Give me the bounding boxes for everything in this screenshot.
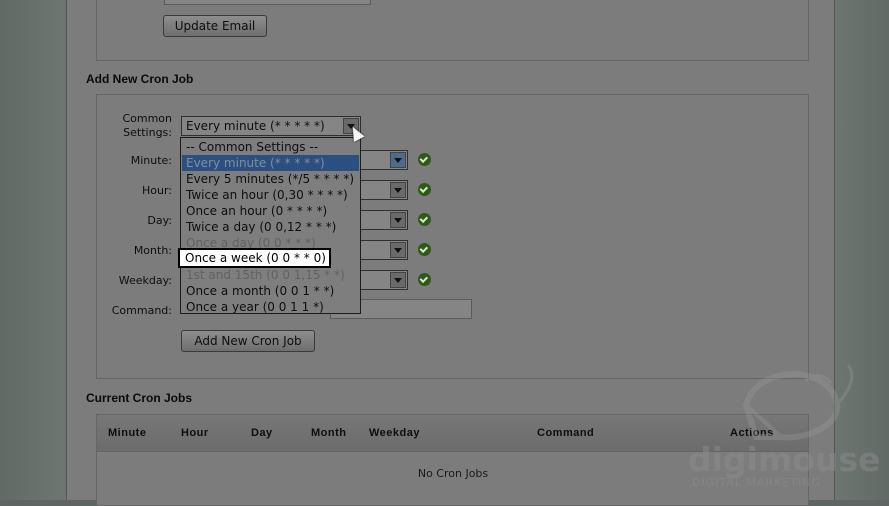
hour-label: Hour: <box>141 184 172 197</box>
no-cron-jobs-text: No Cron Jobs <box>417 467 489 480</box>
dropdown-option-selected[interactable]: Every minute (* * * * *) <box>182 155 359 171</box>
highlighted-option-once-a-week[interactable]: Once a week (0 0 * * 0) <box>178 248 331 268</box>
logo-tagline-text: DIGITAL MARKETING <box>692 476 822 489</box>
digimouse-logo: digimouse DIGITAL MARKETING <box>686 345 880 495</box>
column-month: Month <box>311 427 347 439</box>
common-settings-label: Common Settings: <box>122 112 172 139</box>
month-dropdown-arrow-icon[interactable] <box>390 242 406 258</box>
month-check-icon <box>418 243 431 256</box>
weekday-check-icon <box>418 273 431 286</box>
common-settings-value: Every minute (* * * * *) <box>186 119 325 133</box>
column-weekday: Weekday <box>369 427 420 439</box>
logo-brand-text: digimouse <box>688 440 881 479</box>
dropdown-option[interactable]: Once a month (0 0 1 * *) <box>182 283 359 299</box>
day-check-icon <box>418 213 431 226</box>
dropdown-option[interactable]: Every 5 minutes (*/5 * * * *) <box>182 171 359 187</box>
common-settings-select[interactable]: Every minute (* * * * *) <box>181 116 361 136</box>
weekday-dropdown-arrow-icon[interactable] <box>390 272 406 288</box>
minute-dropdown-arrow-icon[interactable] <box>390 152 406 168</box>
add-cron-heading: Add New Cron Job <box>86 72 194 86</box>
dropdown-option[interactable]: Once an hour (0 * * * *) <box>182 203 359 219</box>
hour-dropdown-arrow-icon[interactable] <box>390 182 406 198</box>
add-cron-job-button[interactable]: Add New Cron Job <box>181 330 315 352</box>
day-label: Day: <box>147 214 172 227</box>
dropdown-option[interactable]: Twice a day (0 0,12 * * *) <box>182 219 359 235</box>
update-email-button[interactable]: Update Email <box>163 15 267 37</box>
command-label: Command: <box>111 304 172 317</box>
dropdown-option[interactable]: -- Common Settings -- <box>182 139 359 155</box>
current-cron-heading: Current Cron Jobs <box>86 391 193 405</box>
column-hour: Hour <box>181 427 209 439</box>
dropdown-option[interactable]: Once a year (0 0 1 1 *) <box>182 299 359 315</box>
column-minute: Minute <box>108 427 147 439</box>
minute-check-icon <box>418 153 431 166</box>
column-command: Command <box>537 427 595 439</box>
dropdown-option[interactable]: 1st and 15th (0 0 1,15 * *) <box>182 267 359 283</box>
email-input-remnant[interactable] <box>164 0 371 5</box>
weekday-label: Weekday: <box>118 274 172 287</box>
month-label: Month: <box>133 244 172 257</box>
common-settings-dropdown-list: -- Common Settings -- Every minute (* * … <box>180 137 361 314</box>
hour-check-icon <box>418 183 431 196</box>
dropdown-option[interactable]: Twice an hour (0,30 * * * *) <box>182 187 359 203</box>
day-dropdown-arrow-icon[interactable] <box>390 212 406 228</box>
column-day: Day <box>251 427 273 439</box>
left-background <box>0 0 66 500</box>
minute-label: Minute: <box>130 154 172 167</box>
